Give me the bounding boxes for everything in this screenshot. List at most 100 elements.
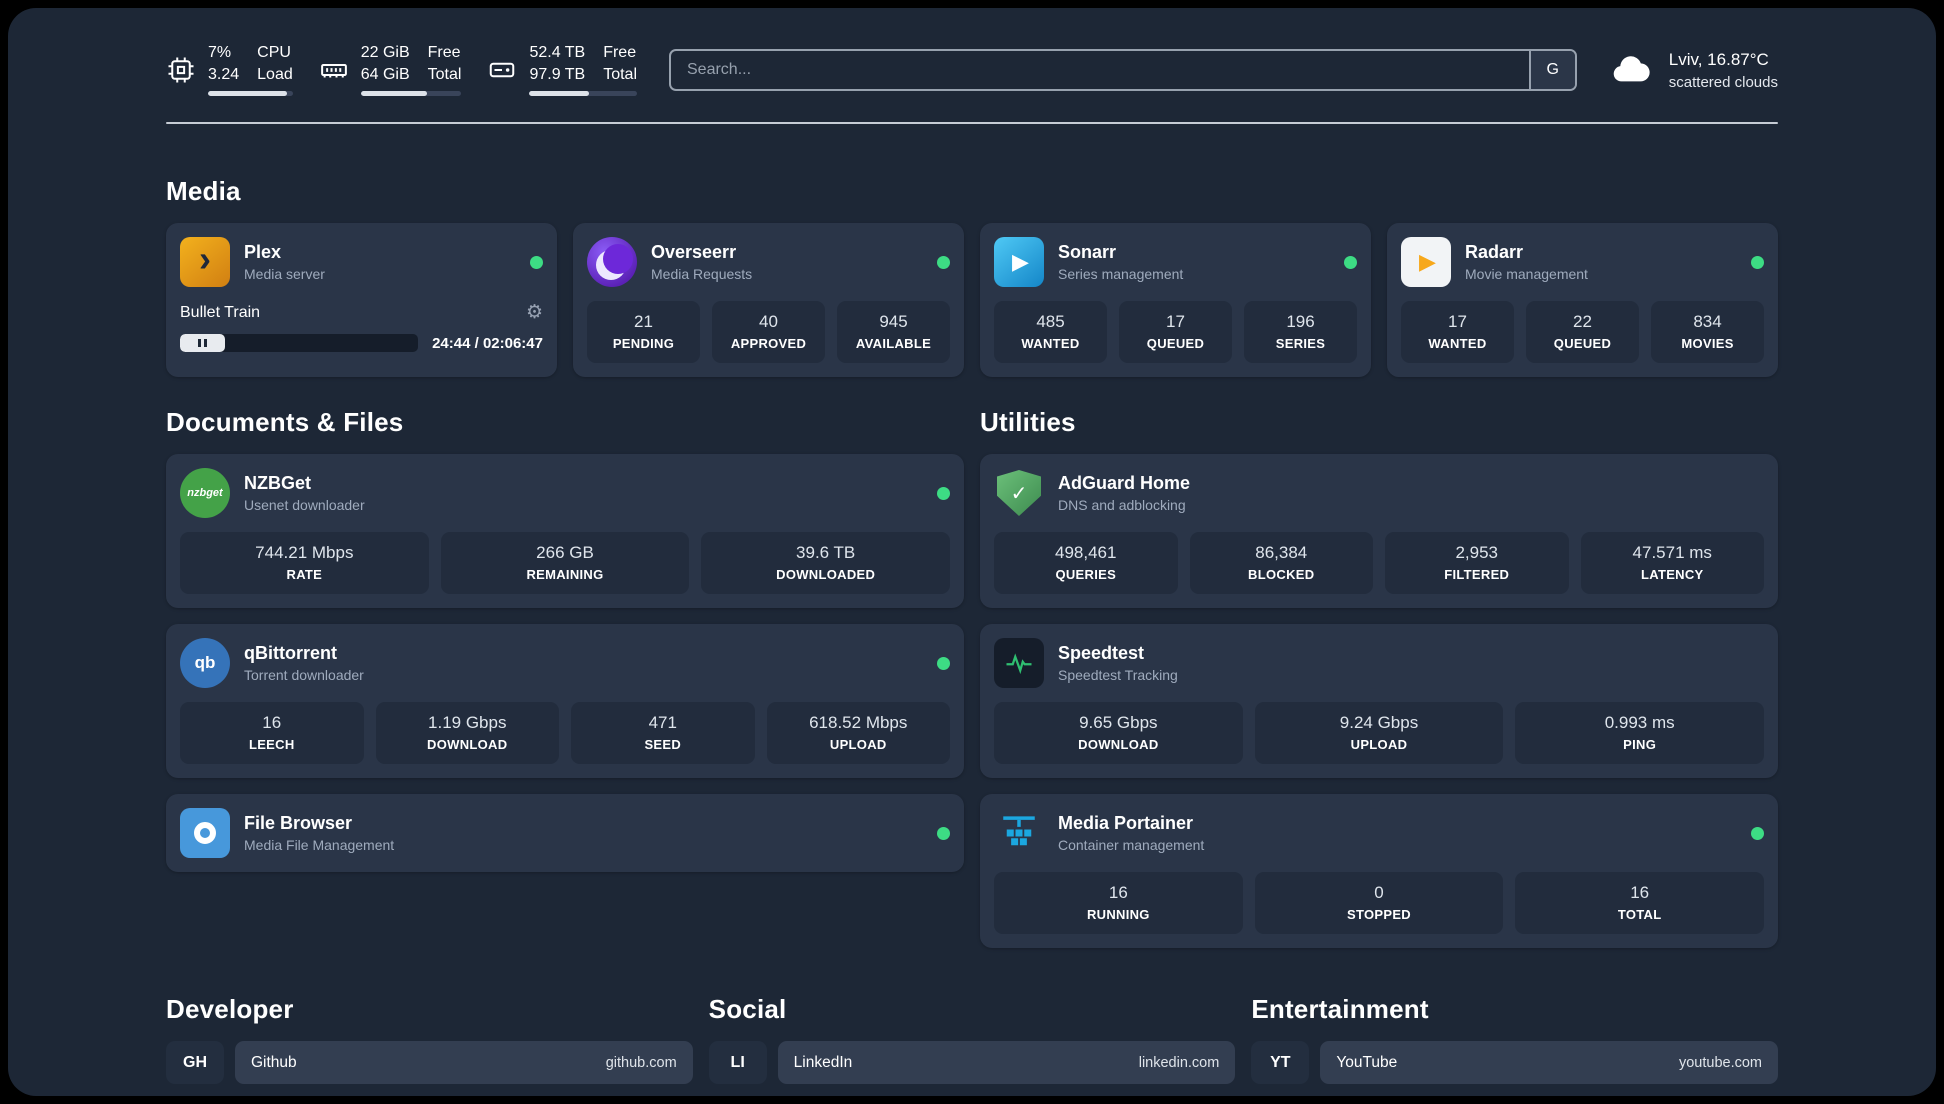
app-subtitle: Media Requests <box>651 266 753 282</box>
bookmark-abbr: GH <box>166 1041 224 1084</box>
bookmark-url: youtube.com <box>1678 1054 1762 1071</box>
stat-tile: 945 AVAILABLE <box>837 301 950 363</box>
stat-value: 498,461 <box>1055 543 1117 562</box>
disk-icon <box>487 55 517 85</box>
stat-tile: 16 LEECH <box>180 702 364 764</box>
adguard-card: ✓ AdGuard Home DNS and adblocking 498,46… <box>980 454 1778 608</box>
stat-label: MOVIES <box>1681 336 1734 351</box>
disk-usage-bar <box>529 91 637 96</box>
stat-tile: 9.65 Gbps DOWNLOAD <box>994 702 1243 764</box>
speedtest-icon <box>994 638 1044 688</box>
disk-widget: 52.4 TB 97.9 TB Free Total <box>487 44 637 96</box>
adguard-link[interactable]: ✓ AdGuard Home DNS and adblocking <box>994 468 1764 518</box>
filebrowser-link[interactable]: File Browser Media File Management <box>180 808 950 858</box>
stat-value: 86,384 <box>1255 543 1308 562</box>
stat-tile: 21 PENDING <box>587 301 700 363</box>
bookmark-github[interactable]: GH Github github.com <box>166 1041 693 1084</box>
app-name: qBittorrent <box>244 643 337 663</box>
app-subtitle: Container management <box>1058 837 1205 853</box>
stat-tile: 17 WANTED <box>1401 301 1514 363</box>
app-name: Speedtest <box>1058 643 1145 663</box>
speedtest-link[interactable]: Speedtest Speedtest Tracking <box>994 638 1764 688</box>
disk-free-label: Free <box>603 44 637 61</box>
stat-value: 471 <box>648 713 677 732</box>
app-name: Media Portainer <box>1058 813 1194 833</box>
plex-link[interactable]: › Plex Media server <box>180 237 543 287</box>
radarr-link[interactable]: ▶ Radarr Movie management <box>1401 237 1764 287</box>
stat-label: FILTERED <box>1444 567 1510 582</box>
portainer-card: Media Portainer Container management 16 … <box>980 794 1778 948</box>
cpu-load-label: Load <box>257 66 293 83</box>
playback-progress-bar[interactable] <box>180 334 419 352</box>
section-title-developer: Developer <box>166 994 294 1024</box>
stat-tile: 744.21 Mbps RATE <box>180 532 429 594</box>
stat-tile: 40 APPROVED <box>712 301 825 363</box>
stat-value: 2,953 <box>1455 543 1499 562</box>
search-engine-button[interactable]: G <box>1528 51 1575 89</box>
stat-value: 17 <box>1166 312 1185 331</box>
disk-total-value: 97.9 TB <box>529 66 586 83</box>
top-bar: 7% 3.24 CPU Load 22 GiB 64 GiB Free Tota… <box>166 44 1778 96</box>
stat-value: 0 <box>1374 883 1384 902</box>
sonarr-card: ▶ Sonarr Series management 485 WANTED 17… <box>980 223 1371 377</box>
stat-label: SERIES <box>1275 336 1326 351</box>
bookmark-youtube[interactable]: YT YouTube youtube.com <box>1251 1041 1778 1084</box>
stat-tile: 9.24 Gbps UPLOAD <box>1254 702 1504 764</box>
ram-free-value: 22 GiB <box>360 44 410 61</box>
stat-label: PING <box>1623 737 1657 752</box>
bookmark-name: YouTube <box>1336 1053 1398 1071</box>
cpu-label: CPU <box>257 44 291 61</box>
status-dot <box>937 486 950 500</box>
dashboard-window: 7% 3.24 CPU Load 22 GiB 64 GiB Free Tota… <box>8 8 1936 1096</box>
memory-icon <box>319 55 349 85</box>
plex-icon: › <box>180 237 230 287</box>
ram-total-value: 64 GiB <box>360 66 410 83</box>
search-input[interactable] <box>671 51 1529 89</box>
stat-tile: 47.571 ms LATENCY <box>1580 532 1764 594</box>
stat-tile: 86,384 BLOCKED <box>1189 532 1373 594</box>
stat-tile: 1.19 Gbps DOWNLOAD <box>375 702 559 764</box>
stat-label: QUEUED <box>1553 336 1612 351</box>
overseerr-link[interactable]: Overseerr Media Requests <box>587 237 950 287</box>
stat-tile: 834 MOVIES <box>1651 301 1764 363</box>
weather-location: Lviv, 16.87°C <box>1668 49 1769 69</box>
stat-value: 17 <box>1448 312 1467 331</box>
app-name: File Browser <box>244 813 353 833</box>
bookmarks-developer: Developer GH Github github.com SO StackO… <box>166 994 693 1096</box>
qbittorrent-link[interactable]: qb qBittorrent Torrent downloader <box>180 638 950 688</box>
portainer-link[interactable]: Media Portainer Container management <box>994 808 1764 858</box>
now-playing-title: Bullet Train <box>180 303 261 321</box>
disk-free-value: 52.4 TB <box>529 44 586 61</box>
section-title-social: Social <box>708 994 787 1024</box>
stat-value: 744.21 Mbps <box>255 543 354 562</box>
cloud-icon <box>1609 50 1655 91</box>
ram-usage-bar <box>360 91 462 96</box>
stat-value: 196 <box>1286 312 1315 331</box>
stat-label: TOTAL <box>1617 907 1662 922</box>
app-subtitle: Media server <box>244 266 325 282</box>
app-subtitle: Speedtest Tracking <box>1058 667 1178 683</box>
cpu-percent: 7% <box>208 44 232 61</box>
stat-label: DOWNLOADED <box>776 567 876 582</box>
overseerr-card: Overseerr Media Requests 21 PENDING 40 A… <box>573 223 964 377</box>
portainer-icon <box>994 808 1044 858</box>
section-title-entertainment: Entertainment <box>1251 994 1429 1024</box>
gear-icon[interactable]: ⚙ <box>526 301 543 324</box>
speedtest-card: Speedtest Speedtest Tracking 9.65 Gbps D… <box>980 624 1778 778</box>
qbittorrent-card: qb qBittorrent Torrent downloader 16 LEE… <box>166 624 964 778</box>
topbar-divider <box>166 122 1778 124</box>
stat-value: 21 <box>634 312 653 331</box>
nzbget-link[interactable]: nzbget NZBGet Usenet downloader <box>180 468 950 518</box>
app-subtitle: Movie management <box>1465 266 1588 282</box>
app-name: Overseerr <box>651 242 737 262</box>
stat-label: PENDING <box>612 336 675 351</box>
stat-tile: 196 SERIES <box>1244 301 1357 363</box>
bookmark-linkedin[interactable]: LI LinkedIn linkedin.com <box>708 1041 1236 1084</box>
sonarr-link[interactable]: ▶ Sonarr Series management <box>994 237 1357 287</box>
app-subtitle: Usenet downloader <box>244 497 365 513</box>
weather-condition: scattered clouds <box>1668 73 1778 91</box>
stat-tile: 471 SEED <box>571 702 755 764</box>
bookmark-name: Github <box>251 1053 297 1071</box>
stat-value: 40 <box>759 312 778 331</box>
weather-widget: Lviv, 16.87°C scattered clouds <box>1609 50 1778 91</box>
